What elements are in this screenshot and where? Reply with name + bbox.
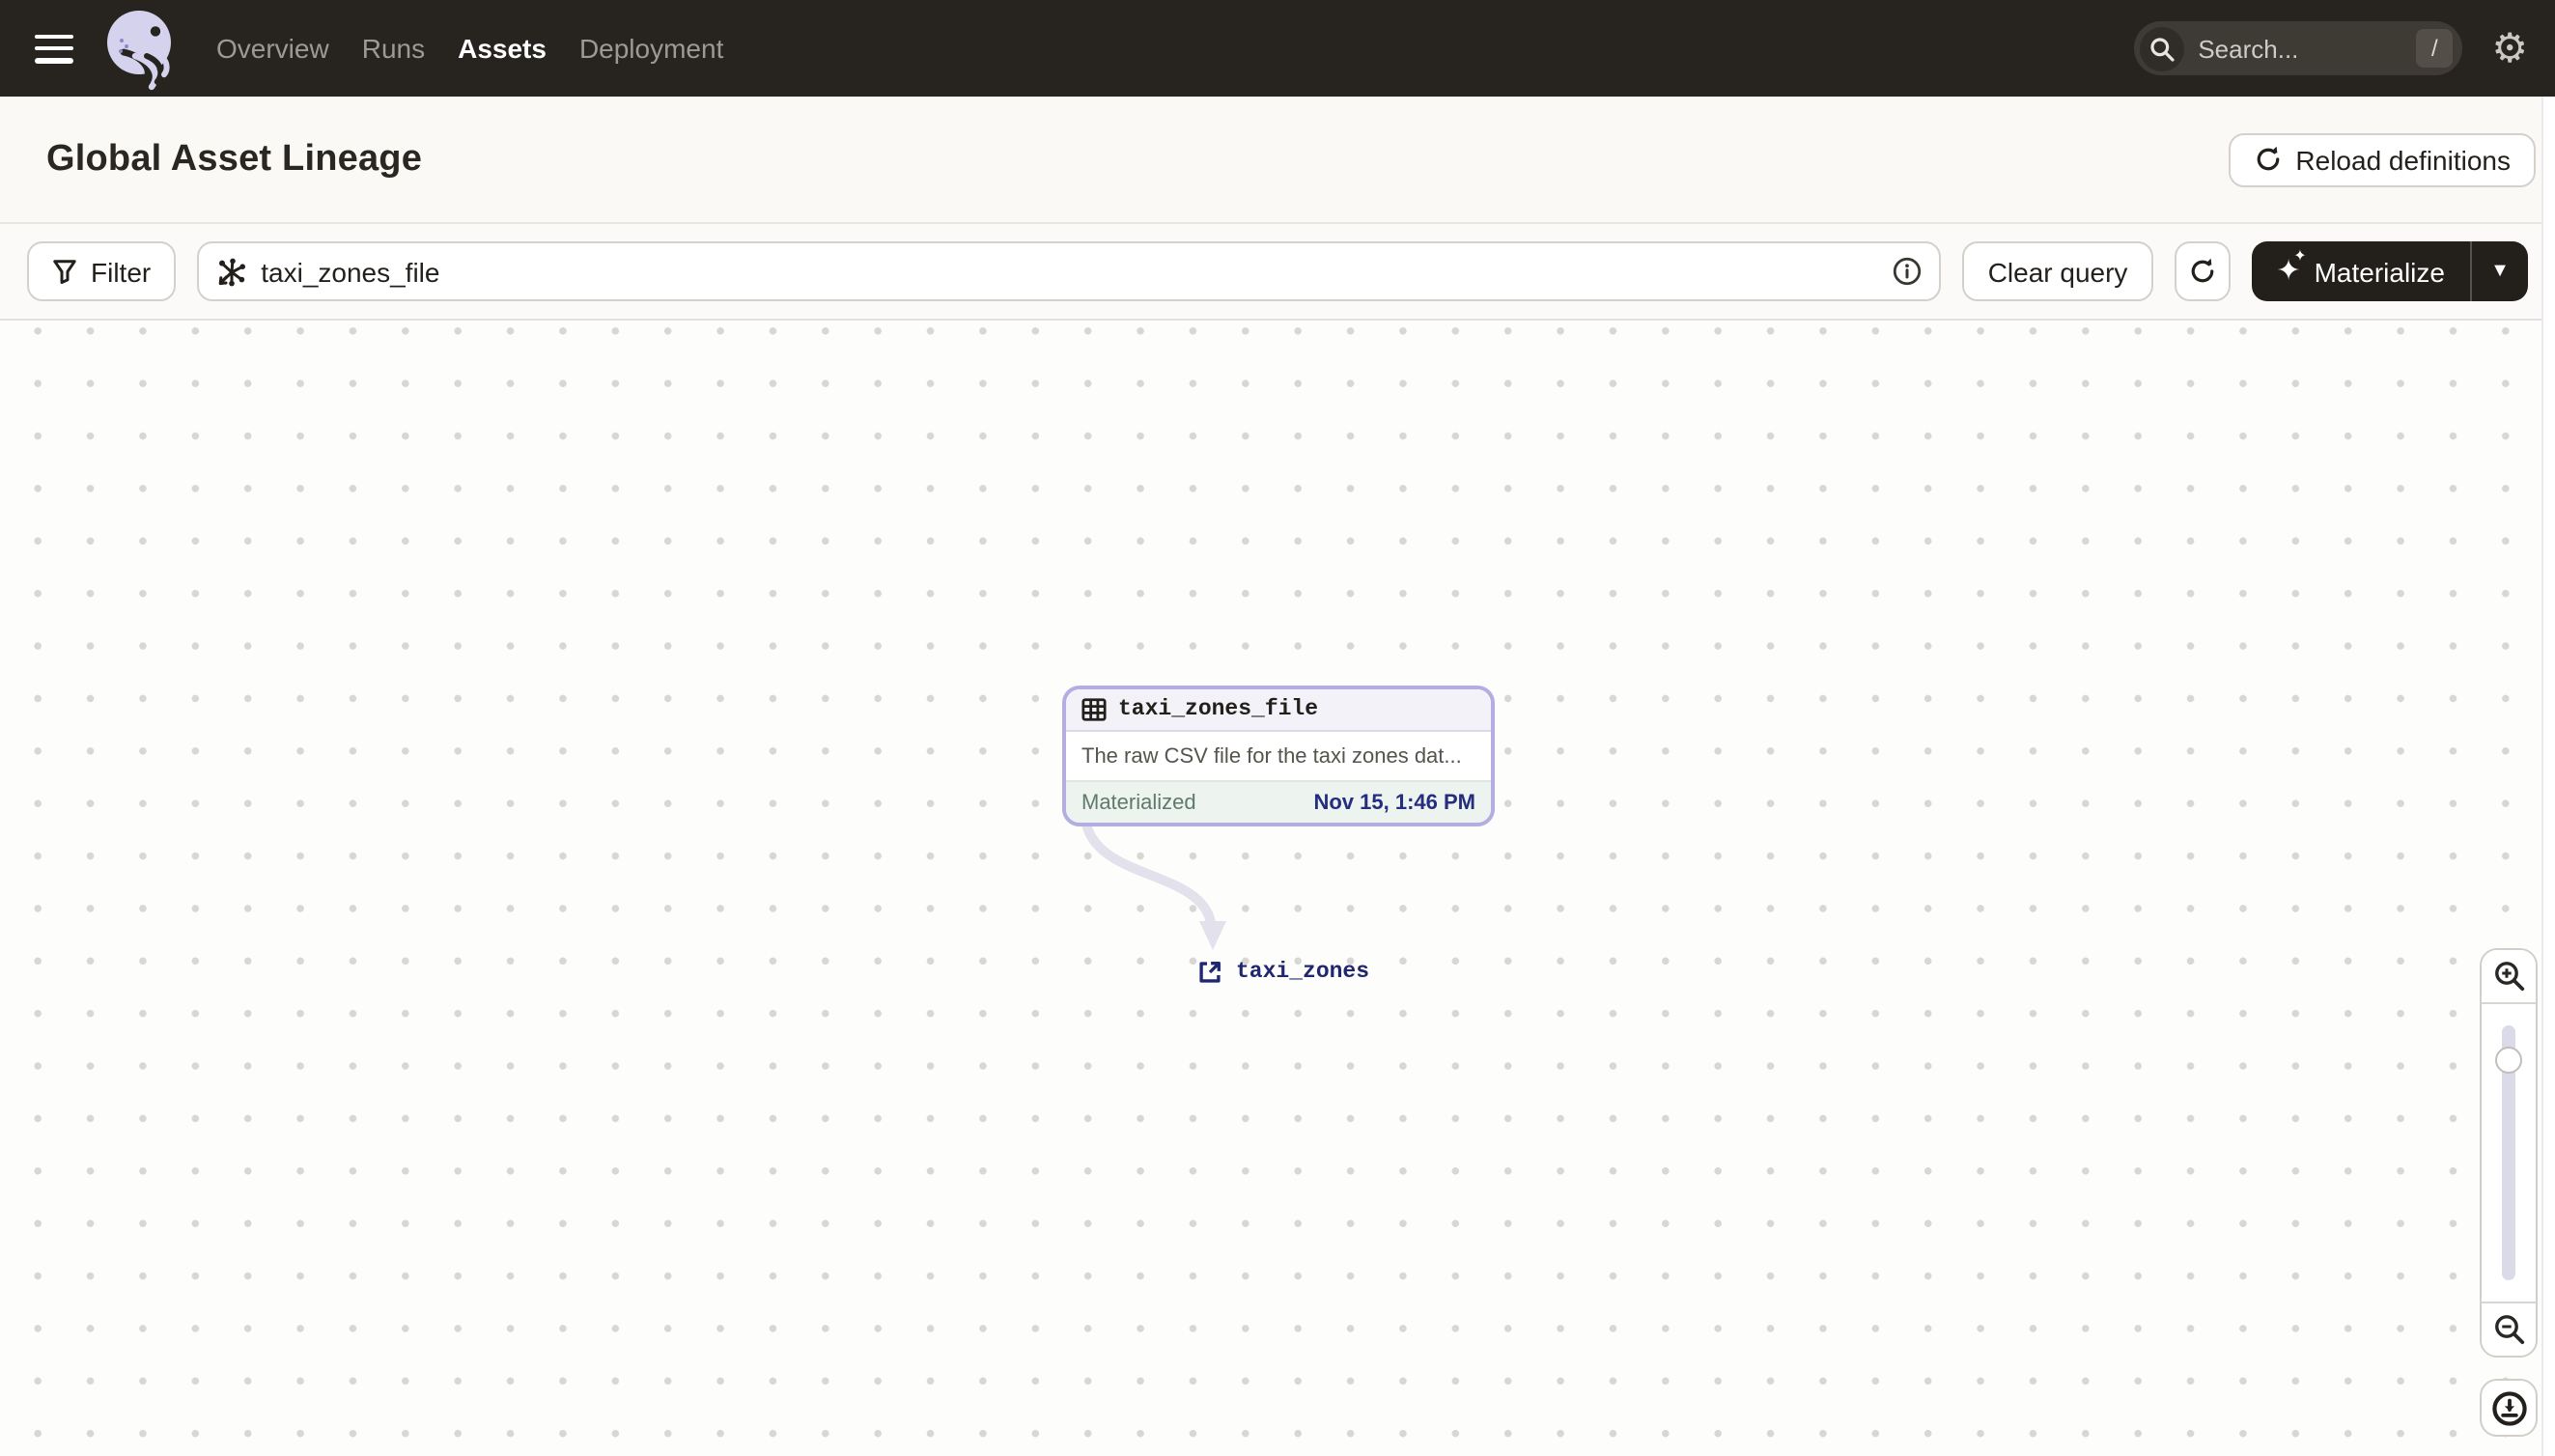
asset-node-header: taxi_zones_file <box>1066 689 1491 732</box>
asset-node-status-bar: Materialized Nov 15, 1:46 PM <box>1066 780 1491 823</box>
clear-query-button[interactable]: Clear query <box>1962 241 2153 301</box>
asset-node-name: taxi_zones_file <box>1118 697 1319 722</box>
nav-right-cluster: / ⚙ <box>2134 21 2528 75</box>
external-link-icon <box>1199 962 1221 983</box>
table-icon <box>1081 698 1107 721</box>
download-circle-icon <box>2491 1390 2526 1425</box>
materialized-timestamp[interactable]: Nov 15, 1:46 PM <box>1313 791 1475 814</box>
materialize-split-button: ✦ ✦ Materialize ▼ <box>2251 241 2528 301</box>
app-window: Overview Runs Assets Deployment / ⚙ Glob… <box>0 0 2555 1456</box>
materialize-dropdown-button[interactable]: ▼ <box>2470 241 2528 301</box>
filter-button[interactable]: Filter <box>27 241 177 301</box>
reload-definitions-label: Reload definitions <box>2295 144 2511 175</box>
refresh-icon <box>2191 258 2213 283</box>
search-input[interactable] <box>2198 34 2417 63</box>
global-search[interactable]: / <box>2134 21 2463 75</box>
zoom-control-panel <box>2480 948 2538 1358</box>
lineage-graph-canvas[interactable]: taxi_zones_file The raw CSV file for the… <box>0 321 2555 1456</box>
downstream-asset-name: taxi_zones <box>1236 960 1370 985</box>
reload-definitions-button[interactable]: Reload definitions <box>2228 132 2536 186</box>
search-icon <box>2140 26 2185 70</box>
sparkle-icon: ✦ ✦ <box>2276 247 2307 288</box>
nav-item-overview[interactable]: Overview <box>216 33 329 64</box>
nav-item-runs[interactable]: Runs <box>362 33 425 64</box>
page-title: Global Asset Lineage <box>46 138 423 179</box>
hamburger-menu-icon[interactable] <box>35 34 73 63</box>
fit-view-button[interactable] <box>2480 1379 2538 1437</box>
asset-query-input[interactable] <box>261 256 1880 287</box>
scrollbar-gutter[interactable] <box>2541 97 2555 1456</box>
nav-item-assets[interactable]: Assets <box>458 33 547 64</box>
primary-nav-links: Overview Runs Assets Deployment <box>216 33 723 64</box>
filter-funnel-icon <box>53 260 76 284</box>
zoom-in-button[interactable] <box>2482 950 2536 1004</box>
zoom-out-button[interactable] <box>2482 1302 2536 1356</box>
downstream-asset-link[interactable]: taxi_zones <box>1197 960 1369 985</box>
materialized-status-label: Materialized <box>1081 791 1196 814</box>
dagster-logo-icon[interactable] <box>104 6 178 91</box>
asset-node-taxi-zones-file[interactable]: taxi_zones_file The raw CSV file for the… <box>1062 686 1495 826</box>
zoom-in-icon <box>2494 962 2524 992</box>
asset-node-description: The raw CSV file for the taxi zones dat.… <box>1081 744 1462 768</box>
refresh-graph-button[interactable] <box>2174 241 2231 301</box>
refresh-icon <box>2257 146 2279 171</box>
materialize-label: Materialize <box>2314 256 2445 287</box>
filter-button-label: Filter <box>91 256 152 287</box>
asset-query-field[interactable] <box>197 241 1942 301</box>
search-shortcut-badge: / <box>2416 29 2454 68</box>
caret-down-icon: ▼ <box>2490 261 2510 282</box>
zoom-slider-thumb[interactable] <box>2495 1047 2522 1074</box>
asset-graph-icon <box>218 257 246 286</box>
nav-item-deployment[interactable]: Deployment <box>579 33 723 64</box>
lineage-toolbar: Filter Clear query ✦✦ Materialize <box>0 224 2555 321</box>
zoom-out-icon <box>2494 1315 2524 1345</box>
materialize-button[interactable]: ✦ ✦ Materialize <box>2251 241 2470 301</box>
zoom-slider <box>2482 1004 2536 1302</box>
page-header: Global Asset Lineage Reload definitions <box>0 97 2555 224</box>
gear-icon[interactable]: ⚙ <box>2491 28 2528 69</box>
clear-query-label: Clear query <box>1987 256 2128 287</box>
query-info-icon[interactable] <box>1894 257 1923 286</box>
top-nav: Overview Runs Assets Deployment / ⚙ <box>0 0 2555 97</box>
